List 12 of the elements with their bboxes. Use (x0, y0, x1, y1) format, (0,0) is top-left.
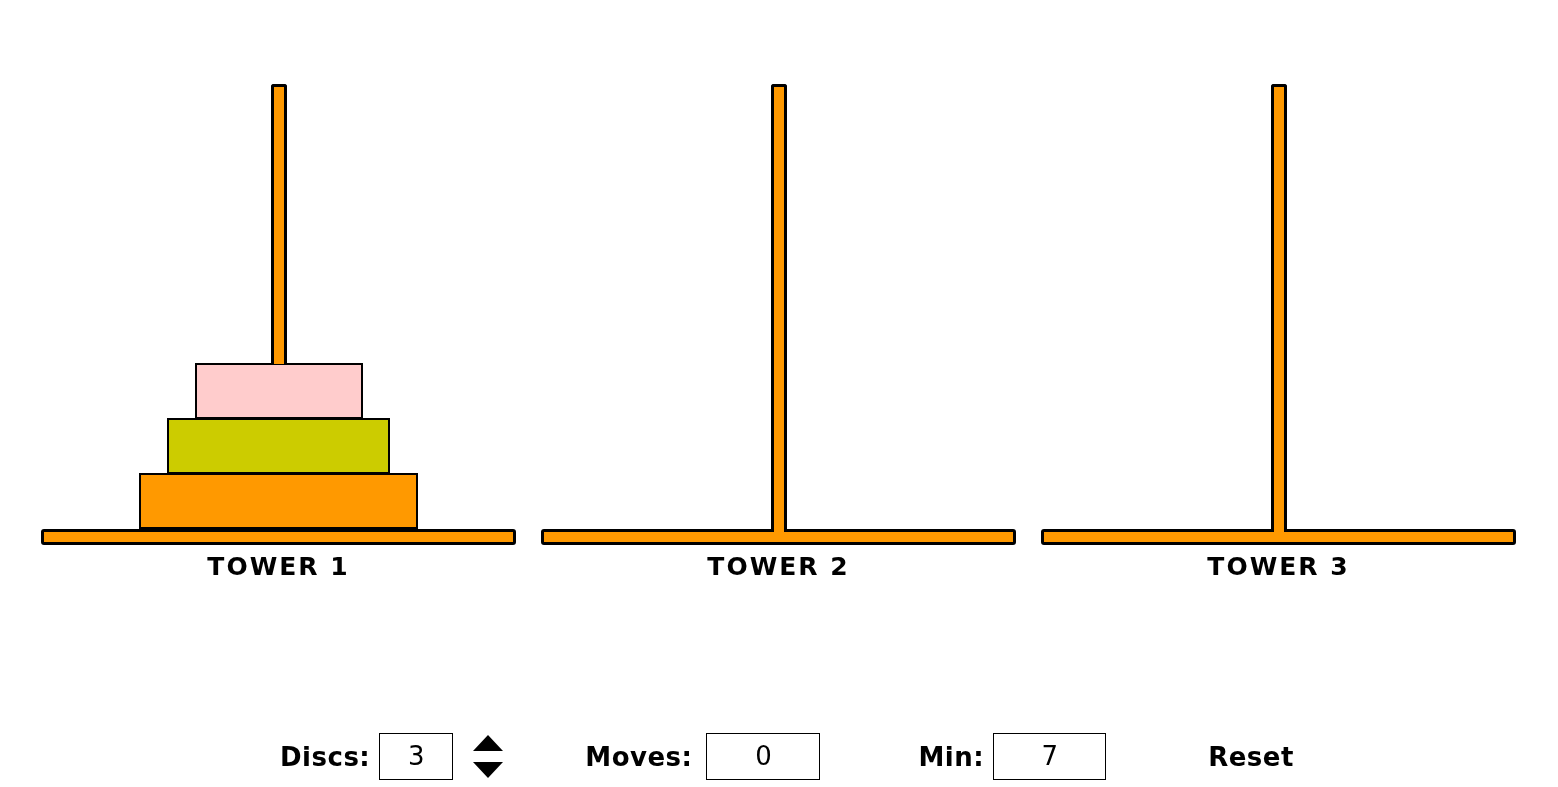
discs-field[interactable]: 3 (379, 733, 454, 780)
discs-label: Discs: (280, 741, 371, 772)
reset-button[interactable]: Reset (1208, 741, 1294, 772)
up-arrow-icon[interactable] (473, 735, 504, 751)
tower-label: TOWER 3 (1207, 553, 1350, 581)
min-label: Min: (918, 741, 985, 772)
moves-field: 0 (706, 733, 821, 780)
tower-label: TOWER 1 (207, 553, 350, 581)
tower-label: TOWER 2 (707, 553, 850, 581)
min-field: 7 (993, 733, 1107, 780)
moves-label: Moves: (585, 741, 693, 772)
down-arrow-icon[interactable] (473, 762, 504, 778)
